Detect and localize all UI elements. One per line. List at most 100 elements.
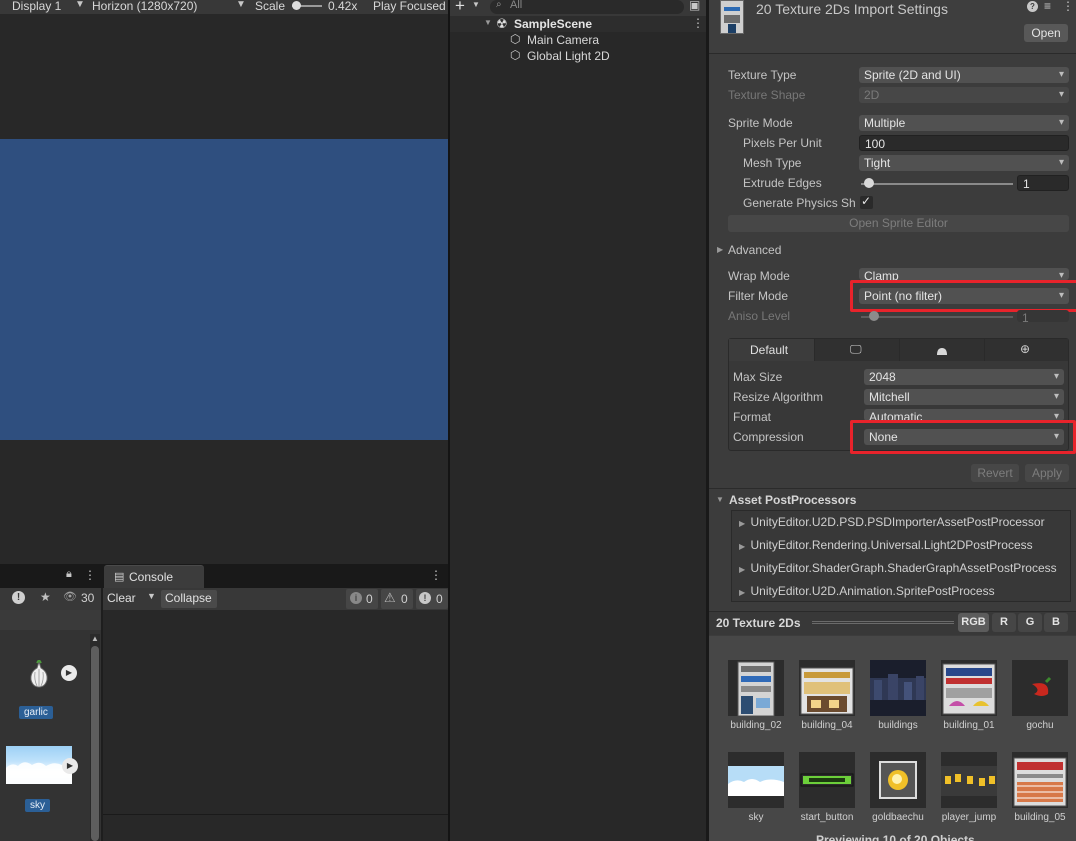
advanced-foldout[interactable]: Advanced (728, 243, 781, 257)
thumb-building-05[interactable] (1012, 752, 1068, 808)
max-size-dropdown[interactable]: 2048 (864, 369, 1064, 385)
wrap-mode-dropdown[interactable]: Clamp (859, 268, 1069, 280)
thumb-goldbaechu[interactable] (870, 752, 926, 808)
collapse-toggle[interactable]: Collapse (161, 590, 217, 608)
thumb-sky[interactable] (728, 752, 784, 808)
project-breadcrumb-bar (0, 610, 101, 630)
console-clear-button[interactable]: Clear (107, 591, 136, 605)
postprocessors-title[interactable]: Asset PostProcessors (729, 493, 856, 507)
info-icon: i (350, 592, 362, 604)
play-sky-icon[interactable]: ▶ (62, 758, 78, 774)
preview-drag-line[interactable] (812, 621, 954, 624)
texture-type-dropdown[interactable]: Sprite (2D and UI) (859, 67, 1069, 83)
thumb-player-jump[interactable] (941, 752, 997, 808)
scale-value: 0.42x (328, 0, 358, 13)
info-filter-toggle[interactable]: i 0 (346, 589, 378, 609)
postprocessor-label: UnityEditor.ShaderGraph.ShaderGraphAsset… (750, 561, 1057, 575)
globe-icon: ⊕ (1020, 342, 1031, 356)
project-menu-icon[interactable]: ⋮ (84, 568, 96, 582)
create-add-icon[interactable]: + (455, 0, 465, 16)
scale-slider-knob[interactable] (292, 1, 301, 10)
project-scrollbar-thumb[interactable] (91, 646, 99, 841)
favorites-star-icon[interactable]: ★ (40, 590, 51, 604)
hierarchy-window-icon[interactable]: ▣ (689, 0, 700, 12)
extrude-edges-input[interactable]: 1 (1017, 175, 1069, 191)
channel-g-button[interactable]: G (1018, 613, 1042, 632)
thumb-building-04[interactable] (799, 660, 855, 716)
thumb-building-01[interactable] (941, 660, 997, 716)
garlic-icon (30, 658, 48, 688)
create-chevron-icon[interactable]: ▼ (472, 0, 480, 9)
play-asset-icon[interactable]: ▶ (61, 665, 77, 681)
hierarchy-item[interactable]: ⬡ Main Camera (450, 32, 708, 48)
presets-sliders-icon[interactable]: ≡ (1044, 0, 1051, 13)
hierarchy-item-label: Global Light 2D (527, 49, 610, 63)
lock-icon[interactable]: 🔒︎ (66, 568, 72, 581)
thumb-label: building_02 (730, 720, 782, 731)
postprocessor-item[interactable]: ▶ UnityEditor.U2D.PSD.PSDImporterAssetPo… (739, 515, 1045, 529)
tab-default-label: Default (750, 343, 789, 357)
generate-physics-checkbox[interactable]: ✓ (860, 194, 873, 209)
tab-android[interactable] (899, 339, 984, 361)
project-filter-warning-icon[interactable]: ! (12, 591, 25, 604)
extrude-edges-slider-knob[interactable] (864, 178, 874, 188)
pixels-per-unit-label: Pixels Per Unit (743, 136, 822, 150)
postprocessor-item[interactable]: ▶ UnityEditor.ShaderGraph.ShaderGraphAss… (739, 561, 1076, 575)
channel-r-button[interactable]: R (992, 613, 1016, 632)
thumb-building-02[interactable] (728, 660, 784, 716)
postprocessors-expand-icon[interactable]: ▼ (716, 495, 724, 504)
postprocessor-item[interactable]: ▶ UnityEditor.Rendering.Universal.Light2… (739, 538, 1033, 552)
postprocessor-expand-icon[interactable]: ▶ (739, 565, 745, 574)
postprocessor-item[interactable]: ▶ UnityEditor.U2D.Animation.SpritePostPr… (739, 584, 995, 598)
scene-menu-icon[interactable]: ⋮ (692, 16, 704, 30)
console-log-area[interactable] (103, 610, 448, 814)
scroll-up-icon[interactable]: ▲ (91, 634, 99, 643)
error-filter-toggle[interactable]: ! 0 (416, 589, 448, 609)
console-menu-icon[interactable]: ⋮ (430, 568, 442, 582)
postprocessor-expand-icon[interactable]: ▶ (739, 588, 745, 597)
pixels-per-unit-input[interactable]: 100 (859, 135, 1069, 151)
warning-filter-toggle[interactable]: ⚠ 0 (381, 589, 413, 609)
preview-footer: Previewing 10 of 20 Objects (816, 833, 975, 841)
project-scrollbar[interactable]: ▲ (90, 634, 100, 841)
resolution-dropdown[interactable]: Horizon (1280x720) (92, 0, 197, 13)
display-dropdown[interactable]: Display 1 (12, 0, 61, 13)
inspector-menu-icon[interactable]: ⋮ (1062, 0, 1074, 13)
play-focused-dropdown[interactable]: Play Focused (373, 0, 448, 13)
hierarchy-item[interactable]: ⬡ Global Light 2D (450, 48, 708, 64)
channel-b-button[interactable]: B (1044, 613, 1068, 632)
tab-standalone[interactable]: 🖵︎ (814, 339, 899, 361)
advanced-expand-icon[interactable]: ▶ (717, 245, 723, 254)
mesh-type-dropdown[interactable]: Tight (859, 155, 1069, 171)
thumb-gochu[interactable] (1012, 660, 1068, 716)
thumb-label: building_04 (801, 720, 853, 731)
tab-console[interactable]: ▤ Console (104, 565, 204, 588)
channel-rgb-button[interactable]: RGB (958, 613, 989, 632)
android-icon (937, 348, 947, 355)
thumb-start-button[interactable] (799, 752, 855, 808)
asset-label-sky[interactable]: sky (25, 799, 50, 812)
chili-pepper-image (1032, 676, 1052, 696)
asset-garlic-thumbnail[interactable] (26, 658, 52, 688)
warning-count: 0 (401, 592, 408, 606)
postprocessor-expand-icon[interactable]: ▶ (739, 519, 745, 528)
postprocessor-expand-icon[interactable]: ▶ (739, 542, 745, 551)
tab-webgl[interactable]: ⊕ (984, 339, 1068, 361)
asset-label-garlic[interactable]: garlic (19, 706, 53, 719)
visibility-eye-icon[interactable]: 👁︎ (63, 590, 77, 603)
sprite-mode-dropdown[interactable]: Multiple (859, 115, 1069, 131)
tab-default[interactable]: Default (729, 339, 814, 361)
extrude-edges-slider[interactable] (861, 183, 1013, 185)
console-detail-area[interactable] (103, 814, 448, 841)
help-icon[interactable]: ? (1027, 1, 1038, 12)
info-count: 0 (366, 592, 373, 606)
scene-row[interactable]: ▼ ☢ SampleScene ⋮ (450, 16, 708, 32)
format-label: Format (733, 410, 772, 424)
aniso-level-input: 1 (1017, 310, 1069, 322)
hierarchy-search-input[interactable]: ⌕ All (490, 0, 684, 14)
thumb-buildings[interactable] (870, 660, 926, 716)
resize-algorithm-dropdown[interactable]: Mitchell (864, 389, 1064, 405)
scene-expand-icon[interactable]: ▼ (484, 18, 492, 27)
clear-options-chevron-icon[interactable]: ▼ (147, 591, 156, 601)
open-button[interactable]: Open (1024, 24, 1068, 42)
